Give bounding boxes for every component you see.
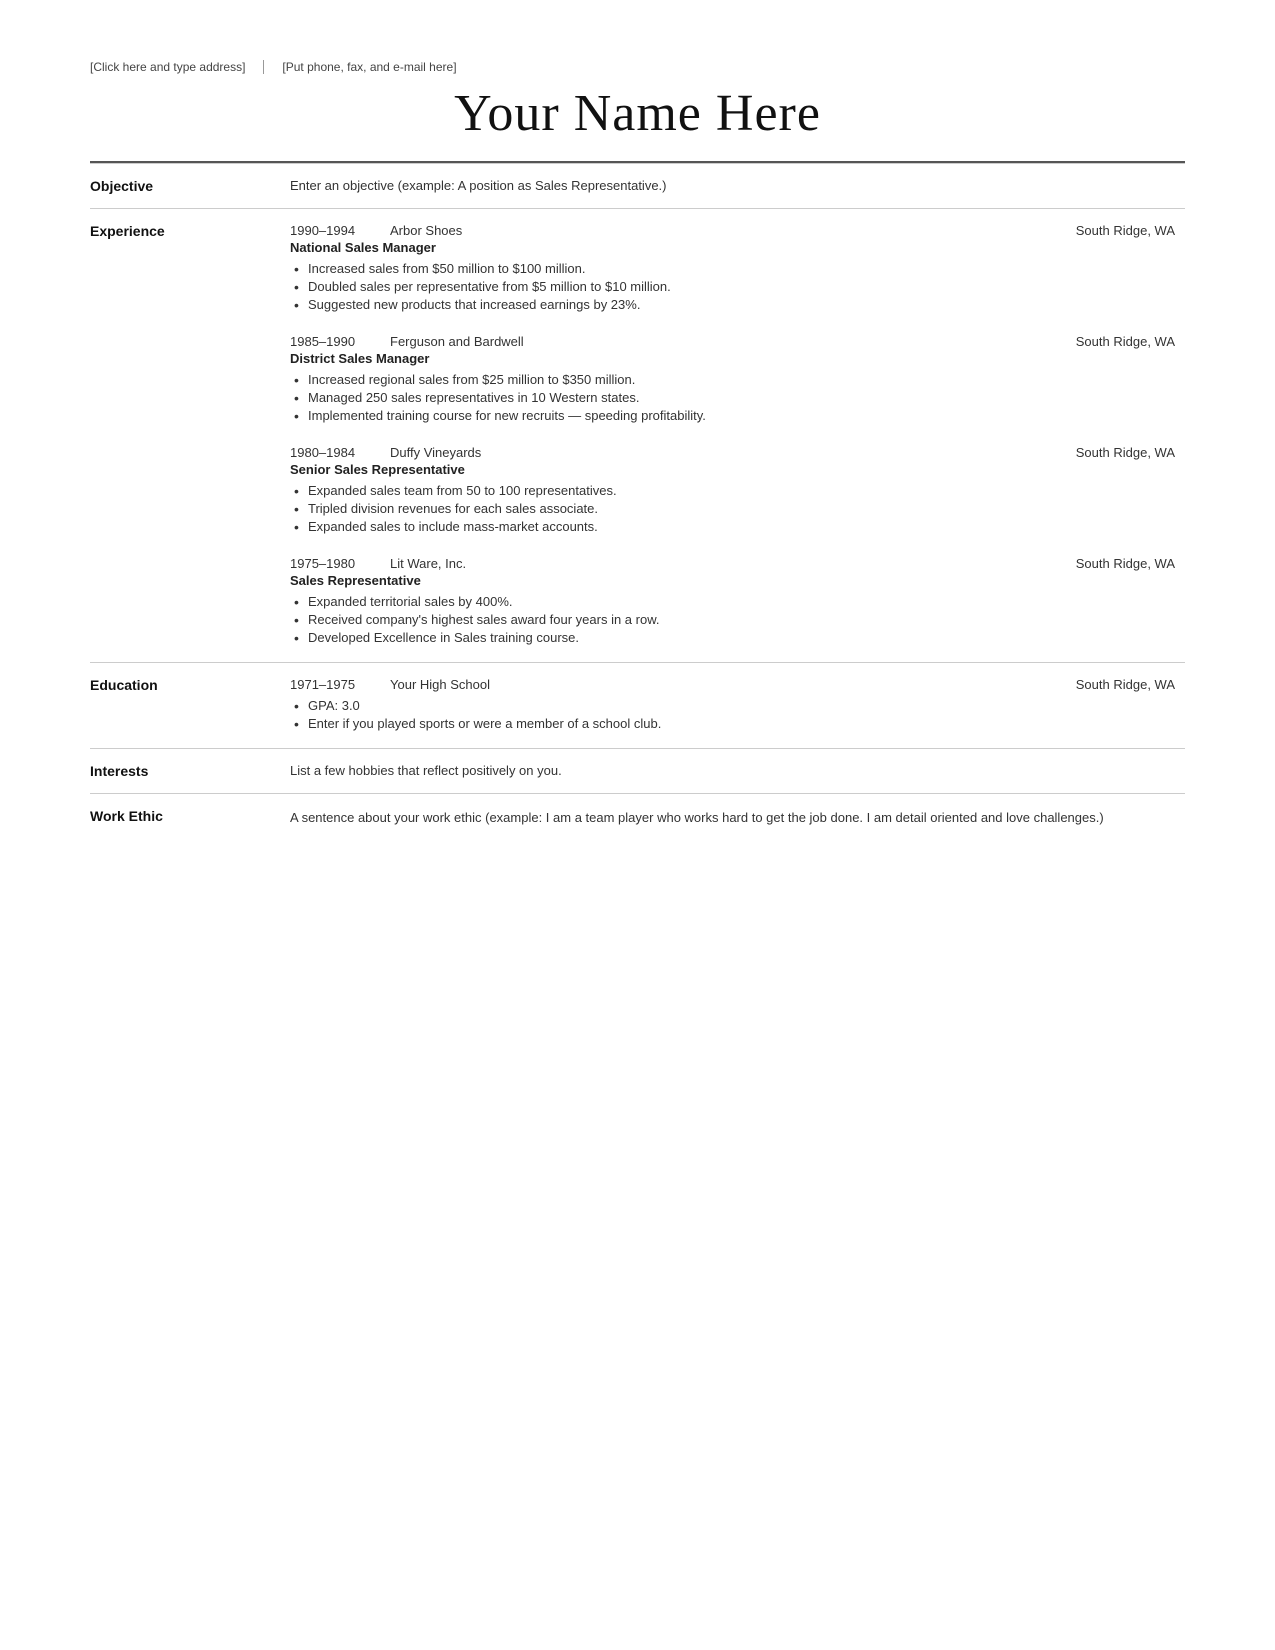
exp-company-4: Lit Ware, Inc. xyxy=(380,556,1045,571)
experience-entry-2: 1985–1990 Ferguson and Bardwell South Ri… xyxy=(290,334,1175,423)
bullet-item: Developed Excellence in Sales training c… xyxy=(290,630,1175,645)
exp-company-3: Duffy Vineyards xyxy=(380,445,1045,460)
contact-field[interactable]: [Put phone, fax, and e-mail here] xyxy=(264,60,1185,74)
edu-years: 1971–1975 xyxy=(290,677,380,692)
exp-bullets-4: Expanded territorial sales by 400%. Rece… xyxy=(290,594,1175,645)
edu-bullet-activities: Enter if you played sports or were a mem… xyxy=(290,716,1175,731)
exp-location-3: South Ridge, WA xyxy=(1045,445,1175,460)
exp-header-2: 1985–1990 Ferguson and Bardwell South Ri… xyxy=(290,334,1175,349)
edu-location: South Ridge, WA xyxy=(1045,677,1175,692)
exp-header-4: 1975–1980 Lit Ware, Inc. South Ridge, WA xyxy=(290,556,1175,571)
objective-label: Objective xyxy=(90,164,290,209)
resume-page: [Click here and type address] [Put phone… xyxy=(0,0,1275,1650)
exp-location-2: South Ridge, WA xyxy=(1045,334,1175,349)
work-ethic-label: Work Ethic xyxy=(90,794,290,843)
exp-location-1: South Ridge, WA xyxy=(1045,223,1175,238)
experience-entry-3: 1980–1984 Duffy Vineyards South Ridge, W… xyxy=(290,445,1175,534)
edu-school: Your High School xyxy=(380,677,1045,692)
experience-entry-1: 1990–1994 Arbor Shoes South Ridge, WA Na… xyxy=(290,223,1175,312)
exp-bullets-2: Increased regional sales from $25 millio… xyxy=(290,372,1175,423)
bullet-item: Expanded territorial sales by 400%. xyxy=(290,594,1175,609)
work-ethic-row: Work Ethic A sentence about your work et… xyxy=(90,794,1185,843)
edu-header: 1971–1975 Your High School South Ridge, … xyxy=(290,677,1175,692)
bullet-item: Increased regional sales from $25 millio… xyxy=(290,372,1175,387)
exp-header-3: 1980–1984 Duffy Vineyards South Ridge, W… xyxy=(290,445,1175,460)
objective-row: Objective Enter an objective (example: A… xyxy=(90,164,1185,209)
name-section: Your Name Here xyxy=(90,84,1185,143)
exp-location-4: South Ridge, WA xyxy=(1045,556,1175,571)
address-field[interactable]: [Click here and type address] xyxy=(90,60,264,74)
exp-title-1: National Sales Manager xyxy=(290,240,1175,255)
objective-text[interactable]: Enter an objective (example: A position … xyxy=(290,178,667,193)
work-ethic-content: A sentence about your work ethic (exampl… xyxy=(290,794,1185,843)
bullet-item: Increased sales from $50 million to $100… xyxy=(290,261,1175,276)
exp-years-1: 1990–1994 xyxy=(290,223,380,238)
exp-company-1: Arbor Shoes xyxy=(380,223,1045,238)
bullet-item: Implemented training course for new recr… xyxy=(290,408,1175,423)
exp-company-2: Ferguson and Bardwell xyxy=(380,334,1045,349)
experience-row: Experience 1990–1994 Arbor Shoes South R… xyxy=(90,209,1185,663)
interests-text[interactable]: List a few hobbies that reflect positive… xyxy=(290,763,562,778)
exp-header-1: 1990–1994 Arbor Shoes South Ridge, WA xyxy=(290,223,1175,238)
experience-entry-4: 1975–1980 Lit Ware, Inc. South Ridge, WA… xyxy=(290,556,1175,645)
work-ethic-text[interactable]: A sentence about your work ethic (exampl… xyxy=(290,810,1104,825)
bullet-item: Expanded sales to include mass-market ac… xyxy=(290,519,1175,534)
interests-row: Interests List a few hobbies that reflec… xyxy=(90,749,1185,794)
resume-table: Objective Enter an objective (example: A… xyxy=(90,163,1185,843)
bullet-item: Tripled division revenues for each sales… xyxy=(290,501,1175,516)
bullet-item: Expanded sales team from 50 to 100 repre… xyxy=(290,483,1175,498)
exp-title-4: Sales Representative xyxy=(290,573,1175,588)
exp-years-3: 1980–1984 xyxy=(290,445,380,460)
name-title[interactable]: Your Name Here xyxy=(90,84,1185,143)
edu-bullet-gpa: GPA: 3.0 xyxy=(290,698,1175,713)
education-label: Education xyxy=(90,663,290,749)
header-top: [Click here and type address] [Put phone… xyxy=(90,60,1185,74)
exp-years-4: 1975–1980 xyxy=(290,556,380,571)
exp-title-3: Senior Sales Representative xyxy=(290,462,1175,477)
bullet-item: Received company's highest sales award f… xyxy=(290,612,1175,627)
education-row: Education 1971–1975 Your High School Sou… xyxy=(90,663,1185,749)
exp-bullets-3: Expanded sales team from 50 to 100 repre… xyxy=(290,483,1175,534)
interests-content: List a few hobbies that reflect positive… xyxy=(290,749,1185,794)
experience-label: Experience xyxy=(90,209,290,663)
objective-content: Enter an objective (example: A position … xyxy=(290,164,1185,209)
bullet-item: Doubled sales per representative from $5… xyxy=(290,279,1175,294)
edu-bullets: GPA: 3.0 Enter if you played sports or w… xyxy=(290,698,1175,731)
exp-years-2: 1985–1990 xyxy=(290,334,380,349)
bullet-item: Suggested new products that increased ea… xyxy=(290,297,1175,312)
exp-title-2: District Sales Manager xyxy=(290,351,1175,366)
bullet-item: Managed 250 sales representatives in 10 … xyxy=(290,390,1175,405)
experience-content: 1990–1994 Arbor Shoes South Ridge, WA Na… xyxy=(290,209,1185,663)
interests-label: Interests xyxy=(90,749,290,794)
exp-bullets-1: Increased sales from $50 million to $100… xyxy=(290,261,1175,312)
education-content: 1971–1975 Your High School South Ridge, … xyxy=(290,663,1185,749)
